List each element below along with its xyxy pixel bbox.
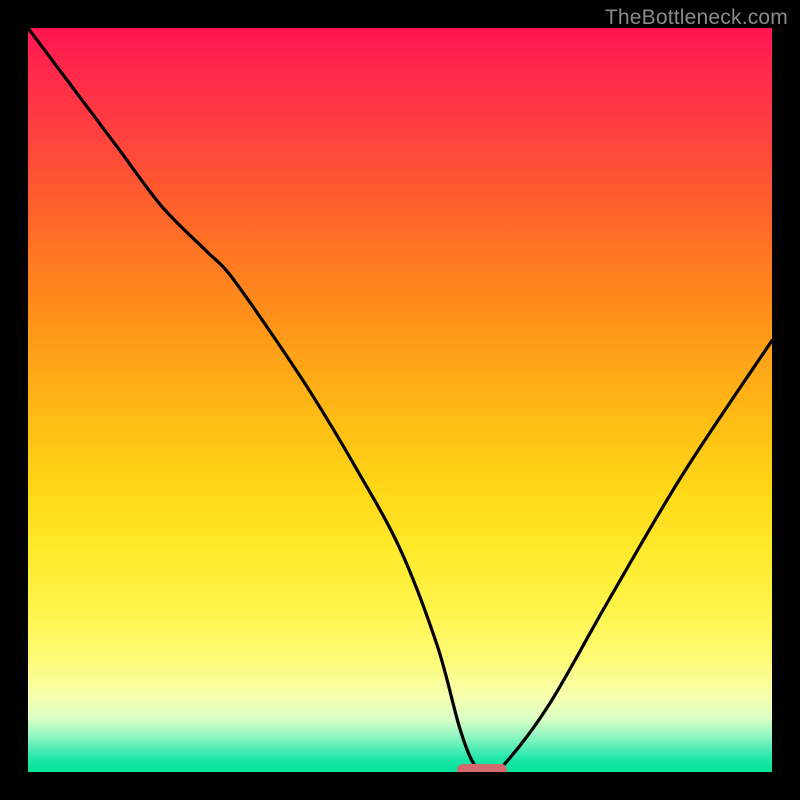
chart-frame: TheBottleneck.com	[0, 0, 800, 800]
curve-path	[28, 28, 772, 772]
watermark-text: TheBottleneck.com	[605, 6, 788, 30]
bottleneck-curve	[28, 28, 772, 772]
minimum-marker	[457, 764, 507, 772]
plot-area	[28, 28, 772, 772]
